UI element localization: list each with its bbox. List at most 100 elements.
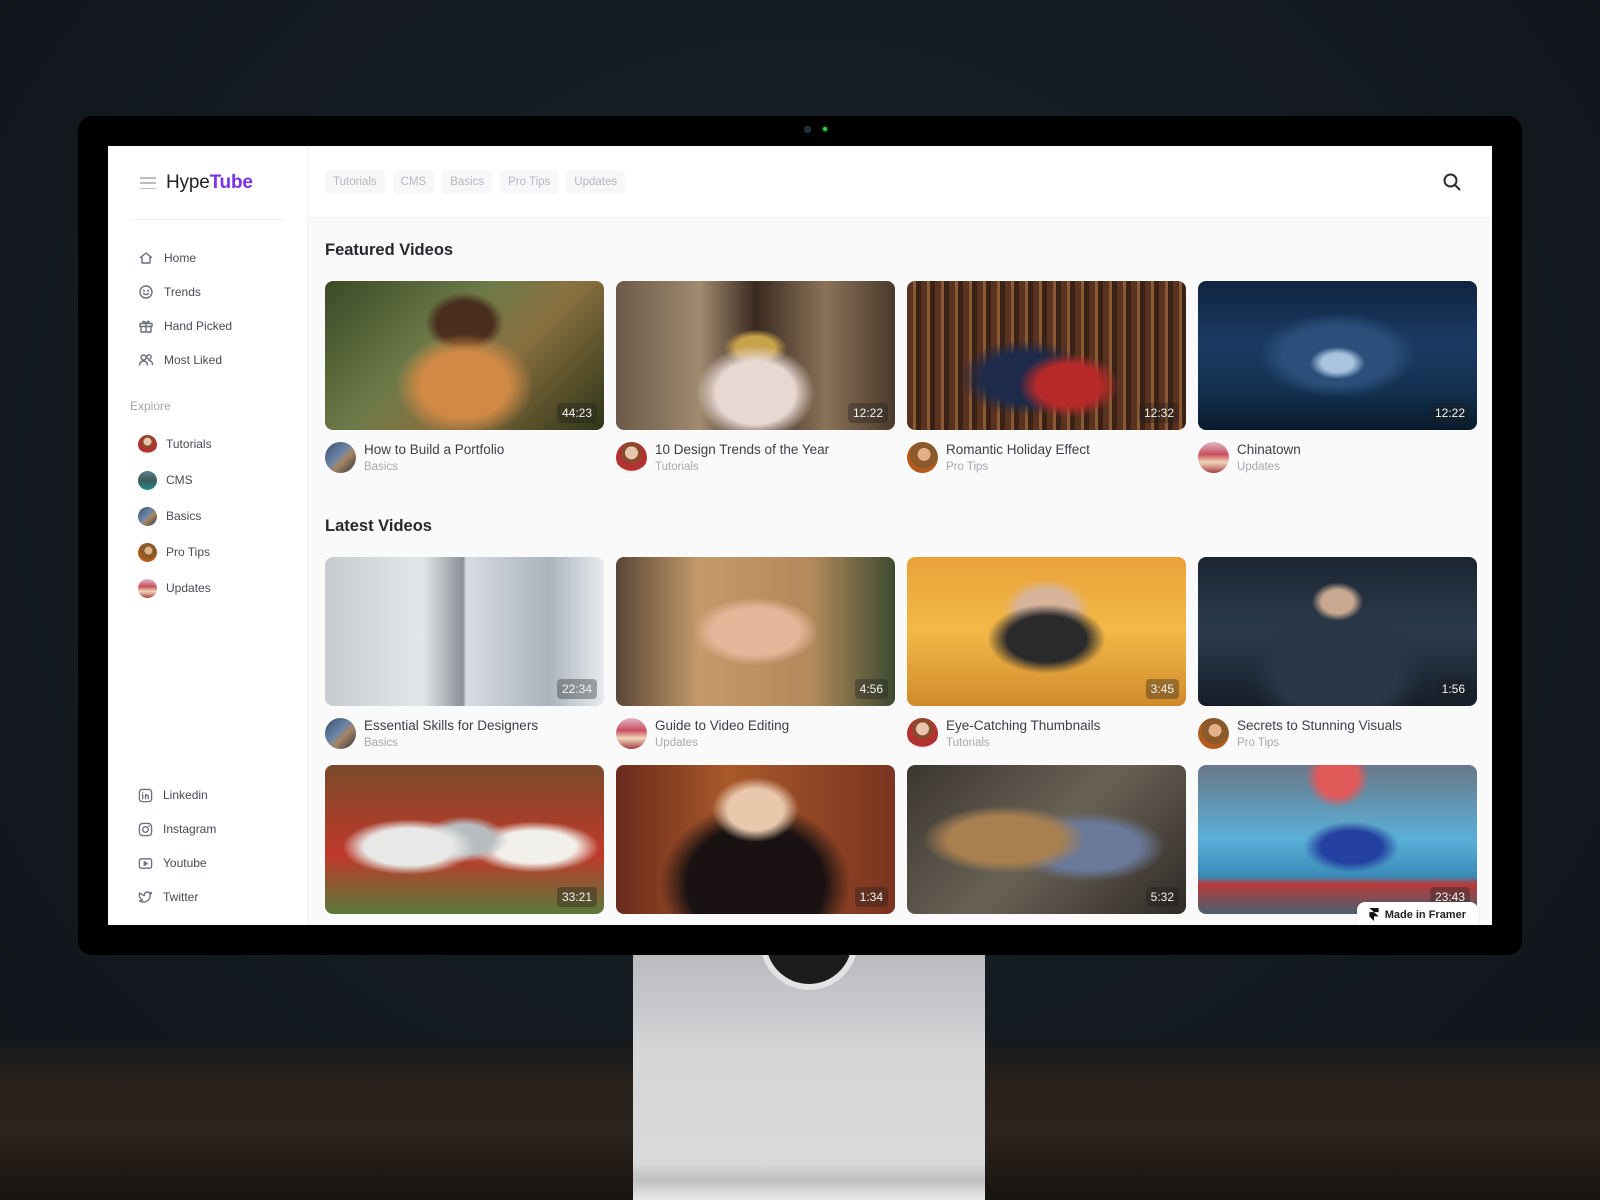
sidebar-item-trends[interactable]: Trends — [138, 275, 232, 309]
video-title[interactable]: Guide to Video Editing — [655, 717, 789, 734]
search-button[interactable] — [1442, 172, 1462, 192]
channel-avatar — [138, 470, 157, 490]
badge-label: Made in Framer — [1384, 908, 1466, 921]
youtube-icon — [138, 857, 153, 869]
social-link-label: Linkedin — [163, 788, 208, 802]
video-meta: Essential Skills for Designers Basics — [325, 717, 604, 749]
video-thumbnail[interactable]: 44:23 — [325, 281, 604, 430]
video-category[interactable]: Tutorials — [946, 737, 1100, 749]
video-category[interactable]: Updates — [655, 737, 789, 749]
video-meta: 10 Design Trends of the Year Tutorials — [616, 441, 895, 473]
video-card[interactable]: 23:43 — [1198, 765, 1477, 914]
video-thumbnail[interactable]: 12:32 — [907, 281, 1186, 430]
video-title[interactable]: How to Build a Portfolio — [364, 441, 504, 458]
channel-avatar[interactable] — [1198, 442, 1229, 473]
video-thumbnail[interactable]: 23:43 — [1198, 765, 1477, 914]
video-category[interactable]: Basics — [364, 737, 538, 749]
webcam-led — [823, 127, 827, 131]
logo-accent: Tube — [209, 172, 253, 193]
main-content: Tutorials CMS Basics Pro Tips Updates Fe… — [308, 146, 1492, 925]
category-chip-tutorials[interactable]: Tutorials — [325, 169, 385, 194]
video-thumbnail[interactable]: 4:56 — [616, 557, 895, 706]
sidebar-item-tutorials[interactable]: Tutorials — [138, 426, 212, 462]
logo[interactable]: HypeTube — [166, 172, 253, 194]
social-link-twitter[interactable]: Twitter — [138, 880, 216, 914]
video-thumbnail[interactable]: 12:22 — [1198, 281, 1477, 430]
sidebar-item-label: Tutorials — [166, 437, 212, 451]
video-meta: Chinatown Updates — [1198, 441, 1477, 473]
video-title[interactable]: 10 Design Trends of the Year — [655, 441, 829, 458]
sidebar-item-pro-tips[interactable]: Pro Tips — [138, 534, 212, 570]
channel-avatar[interactable] — [616, 718, 647, 749]
video-card[interactable]: 1:34 — [616, 765, 895, 914]
channel-avatar — [138, 578, 157, 598]
video-meta: Guide to Video Editing Updates — [616, 717, 895, 749]
channel-avatar — [138, 434, 157, 454]
video-thumbnail[interactable]: 3:45 — [907, 557, 1186, 706]
social-link-youtube[interactable]: Youtube — [138, 846, 216, 880]
sidebar-item-home[interactable]: Home — [138, 241, 232, 275]
video-thumbnail[interactable]: 5:32 — [907, 765, 1186, 914]
made-in-framer-badge[interactable]: Made in Framer — [1356, 902, 1478, 925]
channel-avatar[interactable] — [325, 718, 356, 749]
video-card[interactable]: 22:34 Essential Skills for Designers Basi… — [325, 557, 604, 749]
sidebar-item-basics[interactable]: Basics — [138, 498, 212, 534]
category-chip-basics[interactable]: Basics — [442, 169, 493, 194]
video-thumbnail[interactable]: 1:56 — [1198, 557, 1477, 706]
social-link-label: Instagram — [163, 822, 217, 836]
sidebar-item-label: Basics — [166, 509, 202, 523]
channel-avatar[interactable] — [616, 442, 647, 473]
video-card[interactable]: 12:22 10 Design Trends of the Year Tutori… — [616, 281, 895, 473]
sidebar-item-label: Pro Tips — [166, 545, 211, 559]
video-card[interactable]: 44:23 How to Build a Portfolio Basics — [325, 281, 604, 473]
social-link-linkedin[interactable]: Linkedin — [138, 778, 216, 812]
video-title[interactable]: Eye-Catching Thumbnails — [946, 717, 1100, 734]
linkedin-icon — [138, 788, 153, 802]
smiley-icon — [139, 285, 153, 299]
video-category[interactable]: Tutorials — [655, 461, 829, 473]
sidebar-item-cms[interactable]: CMS — [138, 462, 212, 498]
video-category[interactable]: Pro Tips — [1237, 737, 1402, 749]
video-title[interactable]: Secrets to Stunning Visuals — [1237, 717, 1402, 734]
video-card[interactable]: 3:45 Eye-Catching Thumbnails Tutorials — [907, 557, 1186, 749]
social-link-instagram[interactable]: Instagram — [138, 812, 216, 846]
video-card[interactable]: 33:21 — [325, 765, 604, 914]
category-chip-updates[interactable]: Updates — [566, 169, 626, 194]
video-card[interactable]: 12:22 Chinatown Updates — [1198, 281, 1477, 473]
video-title[interactable]: Chinatown — [1237, 441, 1301, 458]
video-card[interactable]: 4:56 Guide to Video Editing Updates — [616, 557, 895, 749]
category-chip-pro-tips[interactable]: Pro Tips — [500, 169, 559, 194]
sidebar-item-most-liked[interactable]: Most Liked — [138, 343, 232, 377]
video-duration: 5:32 — [1145, 887, 1179, 907]
sidebar-item-label: Most Liked — [164, 353, 223, 367]
sidebar-item-hand-picked[interactable]: Hand Picked — [138, 309, 232, 343]
sidebar-item-label: Hand Picked — [164, 319, 233, 333]
video-thumbnail[interactable]: 1:34 — [616, 765, 895, 914]
social-link-label: Twitter — [163, 890, 199, 904]
video-category[interactable]: Basics — [364, 461, 504, 473]
video-title[interactable]: Essential Skills for Designers — [364, 717, 538, 734]
video-card[interactable]: 12:32 Romantic Holiday Effect Pro Tips — [907, 281, 1186, 473]
sidebar-item-label: Updates — [166, 581, 211, 595]
hamburger-menu-icon[interactable] — [140, 177, 156, 189]
video-meta: Secrets to Stunning Visuals Pro Tips — [1198, 717, 1477, 749]
video-category[interactable]: Updates — [1237, 461, 1301, 473]
channel-avatar[interactable] — [907, 442, 938, 473]
gift-icon — [139, 320, 153, 333]
video-meta: Eye-Catching Thumbnails Tutorials — [907, 717, 1186, 749]
sidebar-item-updates[interactable]: Updates — [138, 570, 212, 606]
channel-avatar[interactable] — [907, 718, 938, 749]
channel-avatar — [138, 542, 157, 562]
video-thumbnail[interactable]: 22:34 — [325, 557, 604, 706]
video-category[interactable]: Pro Tips — [946, 461, 1090, 473]
category-chip-cms[interactable]: CMS — [392, 169, 435, 194]
video-card[interactable]: 5:32 — [907, 765, 1186, 914]
channel-avatar[interactable] — [1198, 718, 1229, 749]
video-duration: 12:22 — [847, 403, 888, 423]
video-thumbnail[interactable]: 12:22 — [616, 281, 895, 430]
channel-avatar[interactable] — [325, 442, 356, 473]
video-thumbnail[interactable]: 33:21 — [325, 765, 604, 914]
video-card[interactable]: 1:56 Secrets to Stunning Visuals Pro Tips — [1198, 557, 1477, 749]
channel-avatar — [138, 506, 157, 526]
video-title[interactable]: Romantic Holiday Effect — [946, 441, 1090, 458]
